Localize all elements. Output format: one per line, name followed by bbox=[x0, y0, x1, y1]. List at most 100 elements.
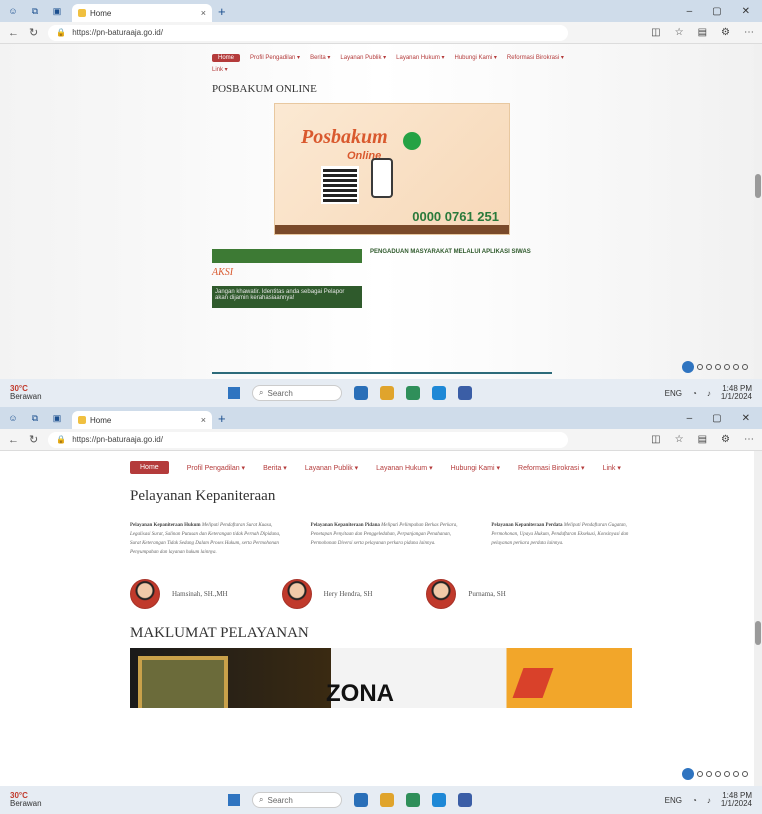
page-scrollbar[interactable] bbox=[754, 451, 762, 786]
toolbar-dot-icon[interactable] bbox=[742, 771, 748, 777]
collections-icon[interactable]: ▤ bbox=[698, 27, 707, 38]
tab-title: Home bbox=[90, 415, 112, 425]
app-icon[interactable] bbox=[354, 386, 368, 400]
split-screen-icon[interactable]: ◫ bbox=[651, 27, 660, 38]
clock[interactable]: 1:48 PM 1/1/2024 bbox=[721, 385, 752, 401]
app-icon[interactable] bbox=[354, 793, 368, 807]
menu-item-hubungi[interactable]: Hubungi Kami ▾ bbox=[455, 54, 497, 62]
menu-item-reformasi[interactable]: Reformasi Birokrasi ▾ bbox=[518, 464, 585, 472]
scrollbar-thumb[interactable] bbox=[755, 174, 761, 198]
weather-widget[interactable]: 30°C Berawan bbox=[10, 792, 42, 808]
edge-icon[interactable] bbox=[432, 793, 446, 807]
start-icon[interactable] bbox=[228, 387, 240, 399]
profile-icon[interactable]: ☺ bbox=[6, 412, 20, 424]
toolbar-dot-icon[interactable] bbox=[706, 364, 712, 370]
favorite-icon[interactable]: ☆ bbox=[675, 27, 684, 38]
close-tab-icon[interactable]: × bbox=[201, 415, 206, 425]
toolbar-dot-icon[interactable] bbox=[697, 771, 703, 777]
menu-item-hubungi[interactable]: Hubungi Kami ▾ bbox=[451, 464, 500, 472]
file-explorer-icon[interactable] bbox=[380, 793, 394, 807]
taskbar-search[interactable]: ⌕ Search bbox=[252, 385, 342, 401]
menu-item-home[interactable]: Home bbox=[212, 54, 241, 62]
toolbar-dot-icon[interactable] bbox=[697, 364, 703, 370]
app-logo-icon[interactable] bbox=[682, 361, 694, 373]
back-icon[interactable]: ← bbox=[8, 434, 19, 446]
url-field[interactable]: 🔒 https://pn-baturaaja.go.id/ bbox=[48, 431, 569, 448]
maximize-button[interactable]: ▢ bbox=[712, 6, 721, 17]
extensions-icon[interactable]: ⚙ bbox=[721, 434, 730, 445]
file-explorer-icon[interactable] bbox=[380, 386, 394, 400]
minimize-button[interactable]: – bbox=[687, 413, 693, 424]
toolbar-dot-icon[interactable] bbox=[715, 364, 721, 370]
menu-item-reformasi[interactable]: Reformasi Birokrasi ▾ bbox=[507, 54, 564, 62]
maximize-button[interactable]: ▢ bbox=[712, 413, 721, 424]
menu-item-berita[interactable]: Berita ▾ bbox=[310, 54, 330, 62]
workspaces-icon[interactable]: ⧉ bbox=[28, 412, 42, 424]
weather-widget[interactable]: 30°C Berawan bbox=[10, 385, 42, 401]
edge-icon[interactable] bbox=[432, 386, 446, 400]
refresh-icon[interactable]: ↻ bbox=[29, 433, 38, 446]
browser-tab[interactable]: Home × bbox=[72, 411, 212, 429]
menu-item-layanan-publik[interactable]: Layanan Publik ▾ bbox=[305, 464, 358, 472]
menu-item-layanan-hukum[interactable]: Layanan Hukum ▾ bbox=[396, 54, 444, 62]
start-icon[interactable] bbox=[228, 794, 240, 806]
toolbar-dot-icon[interactable] bbox=[742, 364, 748, 370]
menu-item-profil[interactable]: Profil Pengadilan ▾ bbox=[250, 54, 300, 62]
close-window-button[interactable]: ✕ bbox=[742, 413, 750, 424]
collections-icon[interactable]: ▤ bbox=[698, 434, 707, 445]
workspaces-icon[interactable]: ⧉ bbox=[28, 5, 42, 17]
menu-item-home[interactable]: Home bbox=[130, 461, 169, 474]
toolbar-dot-icon[interactable] bbox=[706, 771, 712, 777]
clock[interactable]: 1:48 PM 1/1/2024 bbox=[721, 792, 752, 808]
volume-icon[interactable]: ♪ bbox=[707, 796, 711, 805]
app-icon[interactable] bbox=[406, 386, 420, 400]
more-icon[interactable]: ⋯ bbox=[744, 27, 754, 38]
posbakum-banner[interactable]: Posbakum Online 0000 0761 251 bbox=[274, 103, 510, 235]
tab-actions-icon[interactable]: ▣ bbox=[50, 412, 64, 424]
wifi-icon[interactable]: ◔ bbox=[692, 796, 697, 805]
siwas-card[interactable]: AKSI Jangan khawatir. Identitas anda seb… bbox=[212, 249, 362, 308]
menu-item-layanan-hukum[interactable]: Layanan Hukum ▾ bbox=[376, 464, 432, 472]
volume-icon[interactable]: ♪ bbox=[707, 389, 711, 398]
minimize-button[interactable]: – bbox=[687, 6, 693, 17]
app-icon[interactable] bbox=[458, 793, 472, 807]
url-field[interactable]: 🔒 https://pn-baturaaja.go.id/ bbox=[48, 24, 569, 41]
page-scrollbar[interactable] bbox=[754, 44, 762, 379]
window-controls: – ▢ ✕ bbox=[687, 6, 762, 17]
back-icon[interactable]: ← bbox=[8, 27, 19, 39]
menu-item-berita[interactable]: Berita ▾ bbox=[263, 464, 287, 472]
new-tab-button[interactable]: + bbox=[218, 4, 226, 19]
app-logo-icon[interactable] bbox=[682, 768, 694, 780]
tab-actions-icon[interactable]: ▣ bbox=[50, 5, 64, 17]
service-column: Pelayanan Kepaniteraan Hukum Meliputi Pe… bbox=[130, 521, 289, 557]
more-icon[interactable]: ⋯ bbox=[744, 434, 754, 445]
close-window-button[interactable]: ✕ bbox=[742, 6, 750, 17]
toolbar-dot-icon[interactable] bbox=[724, 771, 730, 777]
menu-item-layanan-publik[interactable]: Layanan Publik ▾ bbox=[340, 54, 386, 62]
taskbar-search[interactable]: ⌕ Search bbox=[252, 792, 342, 808]
zona-banner[interactable]: ZONA bbox=[130, 648, 632, 708]
toolbar-dot-icon[interactable] bbox=[733, 364, 739, 370]
profile-icon[interactable]: ☺ bbox=[6, 5, 20, 17]
staff-name: Purnama, SH bbox=[468, 590, 506, 598]
split-screen-icon[interactable]: ◫ bbox=[651, 434, 660, 445]
taskbar-apps: ⌕ Search bbox=[228, 385, 472, 401]
extensions-icon[interactable]: ⚙ bbox=[721, 27, 730, 38]
toolbar-dot-icon[interactable] bbox=[715, 771, 721, 777]
menu-item-link[interactable]: Link ▾ bbox=[212, 66, 228, 73]
toolbar-dot-icon[interactable] bbox=[733, 771, 739, 777]
app-icon[interactable] bbox=[458, 386, 472, 400]
language-indicator[interactable]: ENG bbox=[665, 389, 682, 398]
scrollbar-thumb[interactable] bbox=[755, 621, 761, 645]
close-tab-icon[interactable]: × bbox=[201, 8, 206, 18]
wifi-icon[interactable]: ◔ bbox=[692, 389, 697, 398]
refresh-icon[interactable]: ↻ bbox=[29, 26, 38, 39]
menu-item-profil[interactable]: Profil Pengadilan ▾ bbox=[187, 464, 245, 472]
browser-tab[interactable]: Home × bbox=[72, 4, 212, 22]
new-tab-button[interactable]: + bbox=[218, 411, 226, 426]
app-icon[interactable] bbox=[406, 793, 420, 807]
toolbar-dot-icon[interactable] bbox=[724, 364, 730, 370]
menu-item-link[interactable]: Link ▾ bbox=[603, 464, 621, 472]
favorite-icon[interactable]: ☆ bbox=[675, 434, 684, 445]
language-indicator[interactable]: ENG bbox=[665, 796, 682, 805]
